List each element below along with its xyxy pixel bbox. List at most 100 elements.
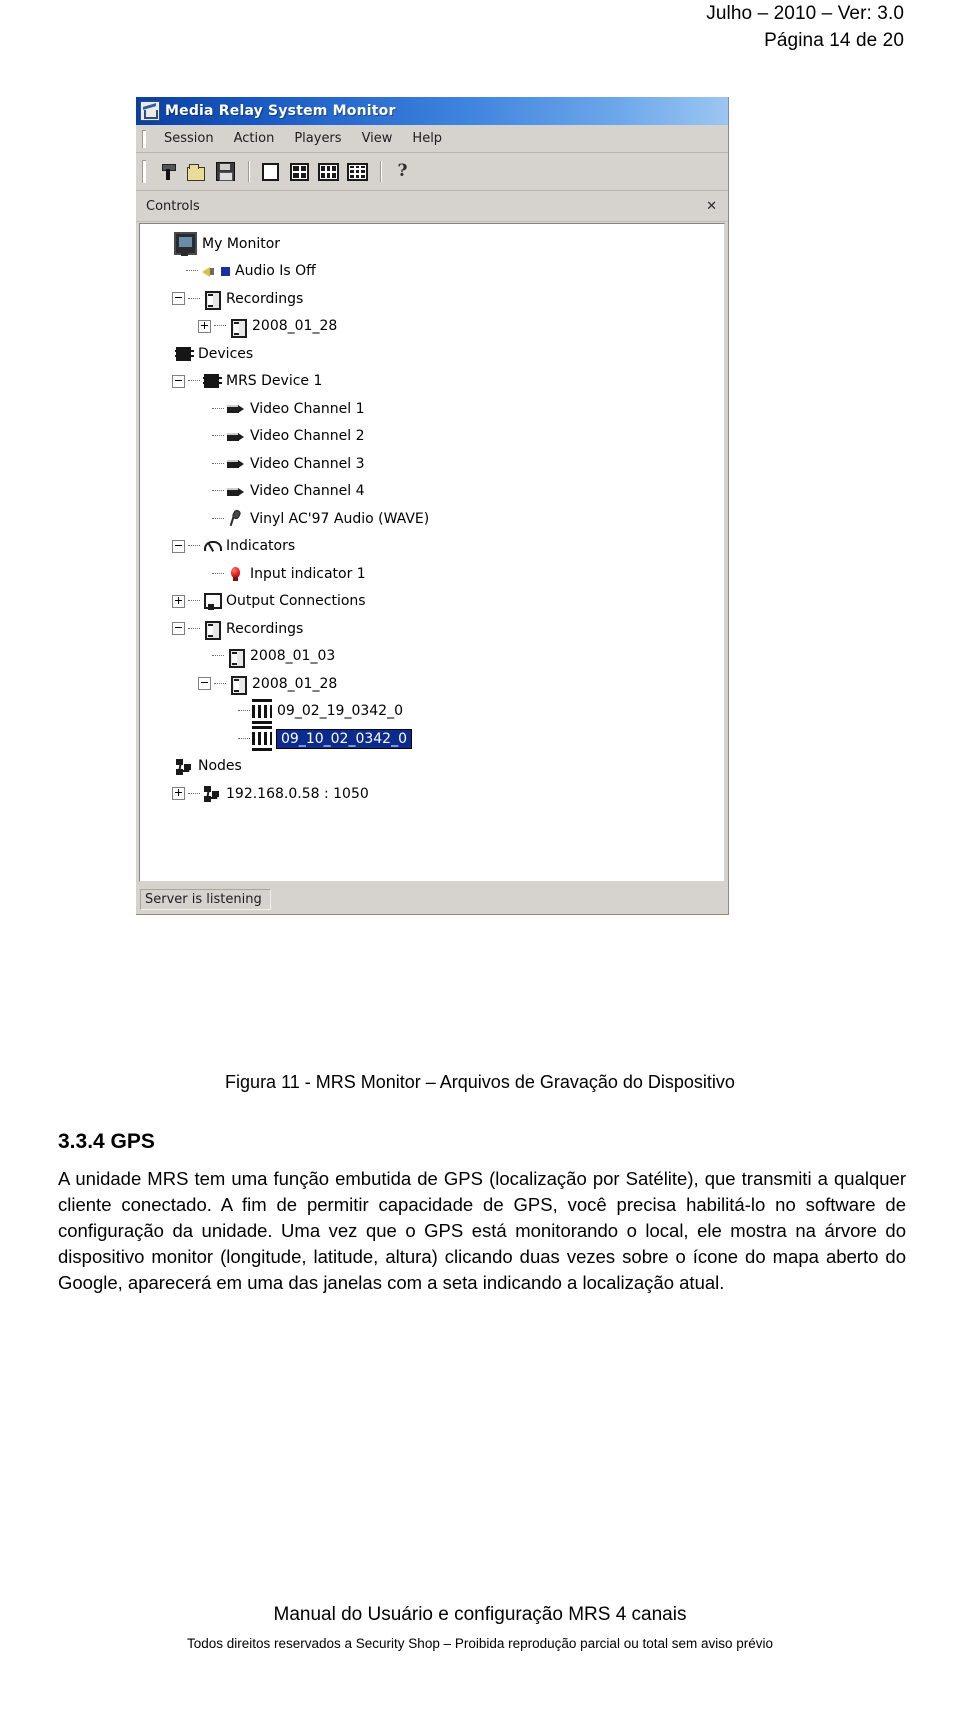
led-indicator-icon — [226, 564, 245, 583]
film-strip-icon — [252, 698, 272, 724]
tree-connector — [212, 517, 224, 520]
gauge-icon — [202, 537, 222, 556]
menu-item-session[interactable]: Session — [155, 129, 225, 148]
tree-item[interactable]: Indicators — [146, 533, 724, 561]
tree-item[interactable]: Video Channel 3 — [146, 450, 724, 478]
layout-six-button[interactable] — [315, 159, 342, 185]
menubar-grip[interactable] — [142, 129, 146, 148]
chip-icon — [175, 346, 194, 361]
close-icon[interactable]: ✕ — [703, 200, 720, 213]
output-icon — [202, 592, 222, 611]
tree-item-label: Video Channel 2 — [250, 428, 365, 445]
recording-day-icon — [226, 647, 245, 668]
help-button[interactable]: ? — [389, 159, 416, 185]
tree-connector — [188, 792, 200, 795]
tree-item[interactable]: Recordings — [146, 615, 724, 643]
tree-item[interactable]: 2008_01_03 — [146, 643, 724, 671]
media-relay-system-monitor-window: Media Relay System Monitor Session Actio… — [136, 97, 729, 915]
tree-item-label: My Monitor — [202, 235, 281, 252]
camera-icon — [226, 454, 245, 473]
tree-item[interactable]: MRS Device 1 — [146, 368, 724, 396]
collapse-icon[interactable] — [172, 539, 185, 553]
open-button[interactable] — [183, 159, 210, 185]
tree-item[interactable]: Vinyl AC'97 Audio (WAVE) — [146, 505, 724, 533]
controls-panel-caption: Controls ✕ — [136, 191, 728, 222]
new-session-button[interactable] — [154, 159, 181, 185]
recordings-icon — [202, 289, 221, 311]
open-folder-icon — [187, 163, 206, 181]
menu-item-action[interactable]: Action — [225, 129, 286, 148]
recording-day-icon — [228, 674, 247, 696]
tree-item-label: Input indicator 1 — [250, 565, 366, 582]
tree-item[interactable]: 09_10_02_0342_0 — [146, 725, 724, 753]
tree-connector — [214, 325, 226, 327]
collapse-icon[interactable] — [172, 292, 185, 306]
tree-item[interactable]: Recordings — [146, 285, 724, 313]
tree-item-label: 09_02_19_0342_0 — [277, 703, 403, 720]
tree-item-label: Vinyl AC'97 Audio (WAVE) — [250, 510, 430, 527]
footer-manual-title: Manual do Usuário e configuração MRS 4 c… — [273, 1604, 687, 1625]
layout-quad-button[interactable] — [286, 159, 313, 185]
tree-item-label: 192.168.0.58 : 1050 — [226, 785, 369, 802]
save-button[interactable] — [212, 159, 239, 185]
camera-icon — [226, 482, 245, 501]
expand-icon[interactable] — [198, 319, 211, 333]
tree-item-label: Video Channel 1 — [250, 400, 365, 417]
tree-connector — [212, 490, 224, 492]
tree-item[interactable]: Video Channel 2 — [146, 423, 724, 451]
save-floppy-icon — [216, 162, 235, 181]
menu-item-view[interactable]: View — [353, 129, 404, 148]
tree-item[interactable]: 2008_01_28 — [146, 313, 724, 341]
monitor-icon — [174, 232, 197, 257]
toolbar-grip[interactable] — [142, 160, 146, 183]
tree-item[interactable]: Audio Is Off — [146, 258, 724, 286]
tree-connector — [212, 462, 224, 465]
tree-connector — [212, 407, 224, 410]
tree-connector — [188, 627, 200, 630]
recording-day-icon — [228, 317, 247, 338]
film-strip-icon — [252, 726, 272, 752]
tree-item[interactable]: 2008_01_28 — [146, 670, 724, 698]
menu-item-help[interactable]: Help — [403, 129, 453, 148]
audio-state-square-icon — [221, 266, 230, 276]
tree-item[interactable]: My Monitor — [146, 230, 724, 258]
tree-connector — [188, 600, 200, 602]
collapse-icon[interactable] — [172, 374, 185, 388]
recordings-icon — [202, 619, 221, 641]
connect-icon — [159, 163, 177, 181]
collapse-icon[interactable] — [198, 677, 211, 691]
collapse-icon[interactable] — [172, 622, 185, 636]
network-node-icon — [174, 757, 193, 776]
tree-item[interactable]: Video Channel 4 — [146, 478, 724, 506]
layout-single-button[interactable] — [257, 159, 284, 185]
tree-item[interactable]: 09_02_19_0342_0 — [146, 698, 724, 726]
layout-2x2-icon — [290, 162, 309, 181]
tree-connector — [238, 710, 250, 712]
help-question-icon: ? — [397, 161, 408, 181]
controls-tree-scroll-area[interactable]: My Monitor Audio Is Off Recordings 2008_01_… — [139, 223, 725, 882]
network-node-icon — [202, 784, 221, 803]
section-heading: 3.3.4 GPS — [58, 1130, 155, 1153]
menu-item-players[interactable]: Players — [285, 129, 352, 148]
speaker-icon — [200, 262, 219, 281]
tree-item[interactable]: 192.168.0.58 : 1050 — [146, 780, 724, 808]
expand-icon[interactable] — [172, 787, 185, 801]
tree-item[interactable]: Nodes — [146, 753, 724, 781]
tree-item-label: Recordings — [226, 620, 304, 637]
tree-item[interactable]: Input indicator 1 — [146, 560, 724, 588]
figure-caption: Figura 11 - MRS Monitor – Arquivos de Gr… — [225, 1072, 735, 1092]
tree-item[interactable]: Devices — [146, 340, 724, 368]
tree-connector — [238, 737, 250, 740]
chip-icon — [203, 374, 222, 389]
layout-nine-button[interactable] — [344, 159, 371, 185]
tree-item-label: 2008_01_28 — [252, 318, 338, 335]
tree-connector — [188, 545, 200, 547]
expand-icon[interactable] — [172, 594, 185, 608]
tree-item[interactable]: Output Connections — [146, 588, 724, 616]
tree-item[interactable]: Video Channel 1 — [146, 395, 724, 423]
tree-connector — [212, 435, 224, 437]
statusbar: Server is listening — [136, 884, 728, 914]
tree-item-label: Devices — [198, 345, 254, 362]
document-version-line: Julho – 2010 – Ver: 3.0 — [706, 3, 904, 24]
tree-connector — [186, 270, 198, 272]
